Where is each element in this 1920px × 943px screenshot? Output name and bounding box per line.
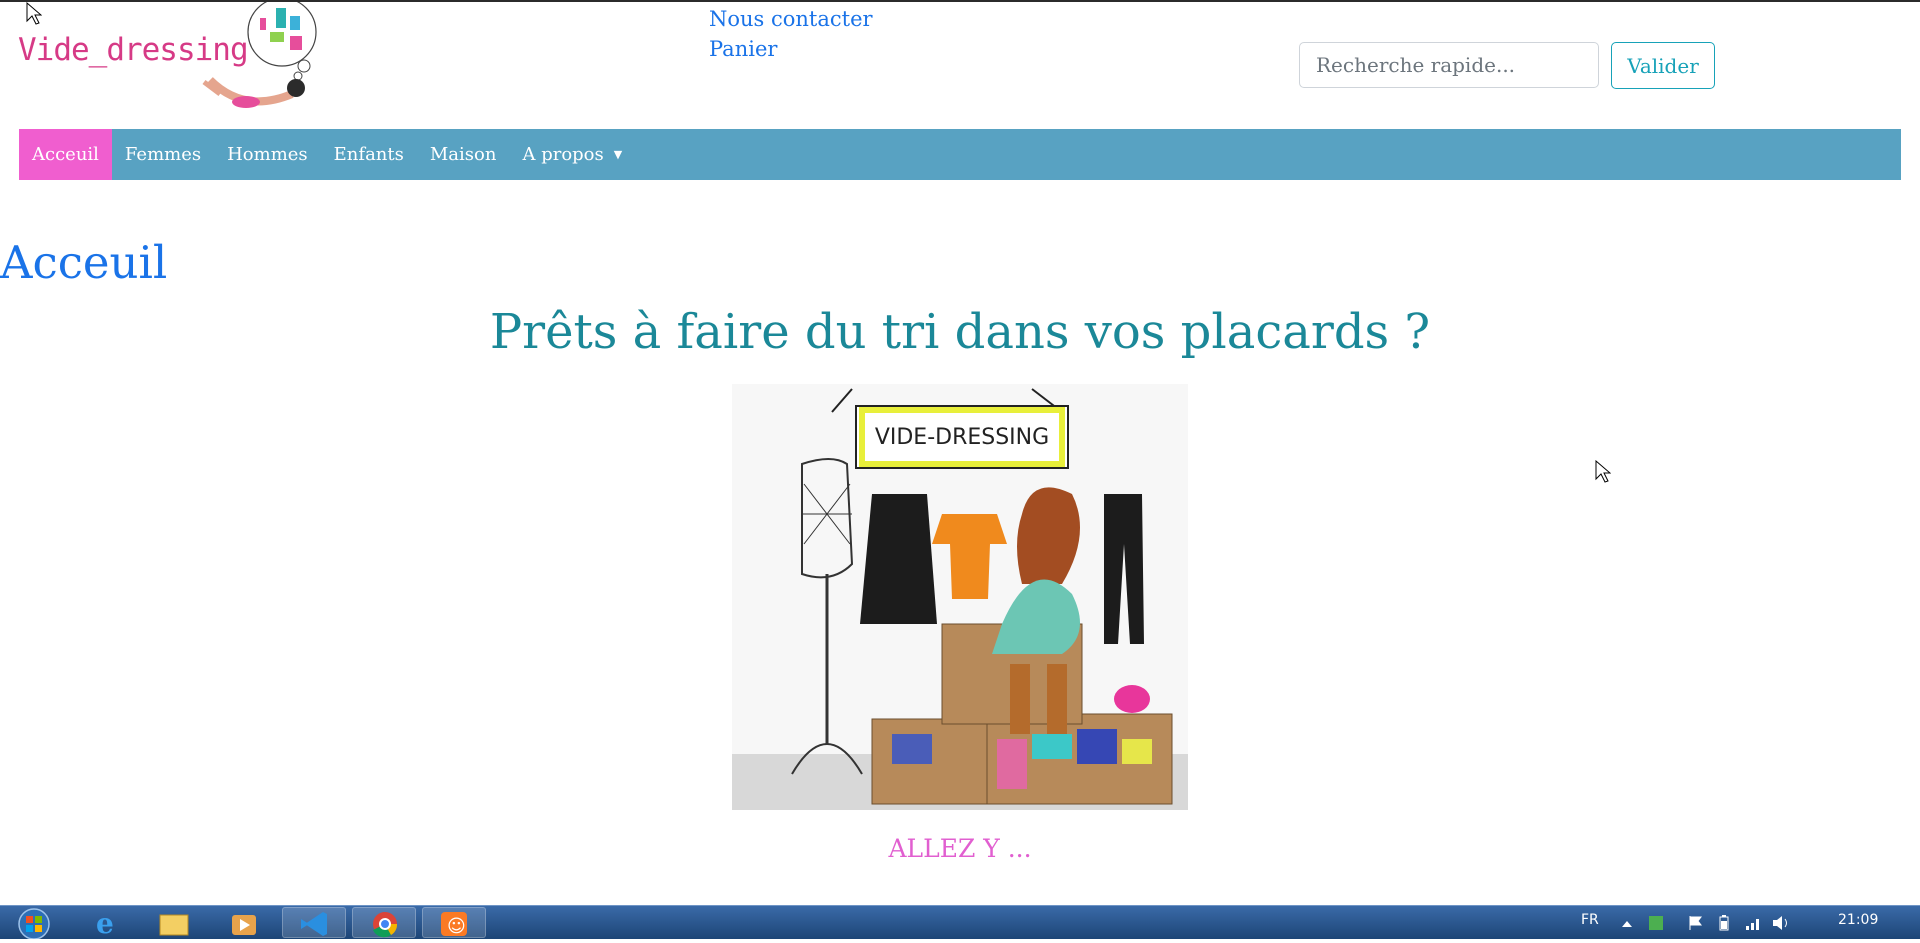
nav-item-femmes[interactable]: Femmes [112, 129, 214, 180]
media-player-icon[interactable] [212, 907, 276, 938]
vide-dressing-illustration: VIDE-DRESSING [732, 388, 1188, 810]
cta-link[interactable]: ALLEZ Y ... [0, 834, 1920, 863]
hero-headline: Prêts à faire du tri dans vos placards ? [489, 304, 1431, 360]
svg-text:☺: ☺ [447, 916, 466, 937]
cart-link[interactable]: Panier [709, 34, 873, 64]
search-input[interactable] [1299, 42, 1599, 88]
xampp-icon[interactable]: ☺ [422, 907, 486, 938]
site-logo[interactable]: Vide_dressing [14, 2, 324, 114]
nav-item-acceuil[interactable]: Acceuil [19, 129, 112, 180]
top-links: Nous contacter Panier [709, 4, 873, 64]
nav-item-maison[interactable]: Maison [417, 129, 510, 180]
nav-item-a-propos[interactable]: A propos ▼ [509, 129, 635, 180]
chrome-icon[interactable] [352, 907, 416, 938]
file-explorer-icon[interactable] [142, 907, 206, 938]
main-navbar: Acceuil Femmes Hommes Enfants Maison A p… [19, 129, 1901, 180]
mouse-cursor-icon [26, 2, 42, 25]
action-center-flag-icon[interactable] [1688, 915, 1704, 935]
svg-text:e: e [96, 907, 114, 938]
battery-icon[interactable] [1718, 915, 1730, 935]
caret-down-icon: ▼ [613, 148, 623, 161]
internet-explorer-icon[interactable]: e [72, 907, 136, 940]
start-orb-icon[interactable] [6, 906, 52, 939]
logo-illustration-icon [202, 2, 317, 108]
hero-sign-text: VIDE-DRESSING [875, 425, 1049, 450]
page-title: Acceuil [0, 236, 168, 289]
nav-item-enfants[interactable]: Enfants [321, 129, 417, 180]
nav-item-a-propos-label: A propos [522, 144, 604, 165]
search-submit-button[interactable]: Valider [1611, 42, 1715, 89]
vscode-icon[interactable] [282, 907, 346, 938]
clock-time[interactable]: 21:09 [1838, 912, 1878, 928]
network-icon[interactable] [1745, 915, 1763, 935]
language-indicator[interactable]: FR [1581, 912, 1599, 928]
show-hidden-icons-icon[interactable] [1621, 915, 1633, 934]
tray-app-icon[interactable] [1648, 915, 1664, 935]
nav-item-hommes[interactable]: Hommes [214, 129, 321, 180]
hero-image: VIDE-DRESSING [732, 384, 1188, 810]
windows-taskbar: e ☺ FR 21:09 [0, 905, 1920, 940]
contact-link[interactable]: Nous contacter [709, 4, 873, 34]
mouse-cursor-icon [1595, 460, 1611, 483]
volume-icon[interactable] [1772, 915, 1790, 935]
